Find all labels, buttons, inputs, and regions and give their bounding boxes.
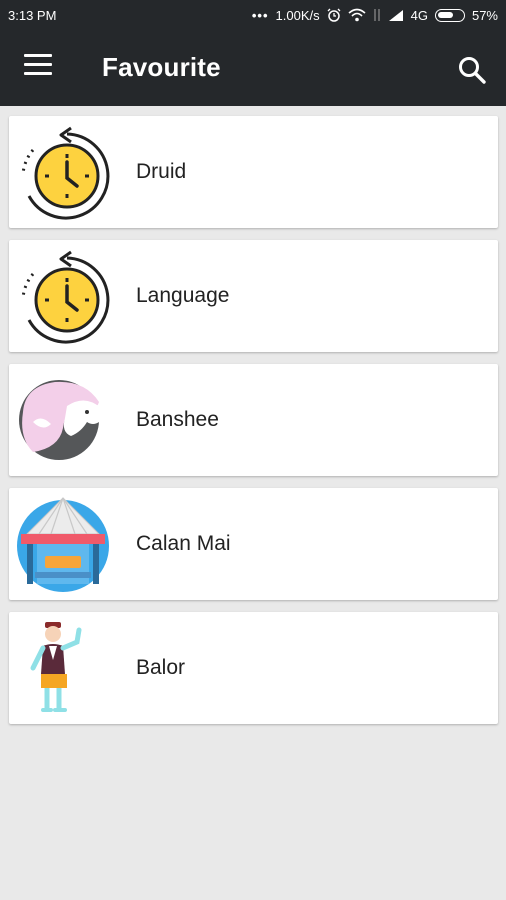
list-item[interactable]: Balor	[9, 612, 498, 724]
signal-icon	[388, 9, 403, 21]
menu-icon-bar	[24, 72, 52, 75]
list-item-title: Calan Mai	[136, 532, 231, 555]
menu-button[interactable]	[24, 54, 56, 82]
search-icon[interactable]	[456, 54, 488, 86]
list-item[interactable]: Banshee	[9, 364, 498, 476]
notification-dots-icon: •••	[251, 7, 269, 23]
clock-history-icon	[21, 250, 110, 344]
list-item-title: Balor	[136, 656, 186, 679]
list-item[interactable]: Calan Mai	[9, 488, 498, 600]
wifi-icon	[348, 8, 366, 22]
menu-icon-bar	[24, 54, 52, 57]
alarm-icon	[327, 8, 341, 22]
status-bar: 3:13 PM ••• 1.00K/s 4G 57%	[0, 0, 506, 30]
list-item[interactable]: Druid	[9, 116, 498, 228]
list-item[interactable]: Language	[9, 240, 498, 352]
unicorn-icon	[19, 380, 111, 460]
man-in-kilt-icon	[30, 622, 82, 712]
battery-icon	[434, 8, 465, 22]
list-item-title: Banshee	[136, 408, 219, 431]
festival-stall-icon	[17, 497, 109, 592]
network-type: 4G	[410, 7, 428, 23]
list-item-title: Druid	[136, 160, 187, 183]
menu-icon-bar	[24, 63, 52, 66]
app-bar: Favourite	[0, 30, 506, 106]
list-item-title: Language	[136, 284, 230, 307]
data-transfer-icon	[373, 9, 380, 21]
clock-history-icon	[21, 126, 110, 220]
page-title: Favourite	[102, 52, 221, 82]
favourites-list: Druid Language Banshee Calan Mai Balor	[9, 116, 498, 736]
status-time: 3:13 PM	[8, 7, 57, 23]
battery-level: 57%	[471, 7, 498, 23]
network-speed: 1.00K/s	[275, 7, 320, 23]
status-icons: ••• 1.00K/s 4G 57%	[252, 8, 498, 23]
